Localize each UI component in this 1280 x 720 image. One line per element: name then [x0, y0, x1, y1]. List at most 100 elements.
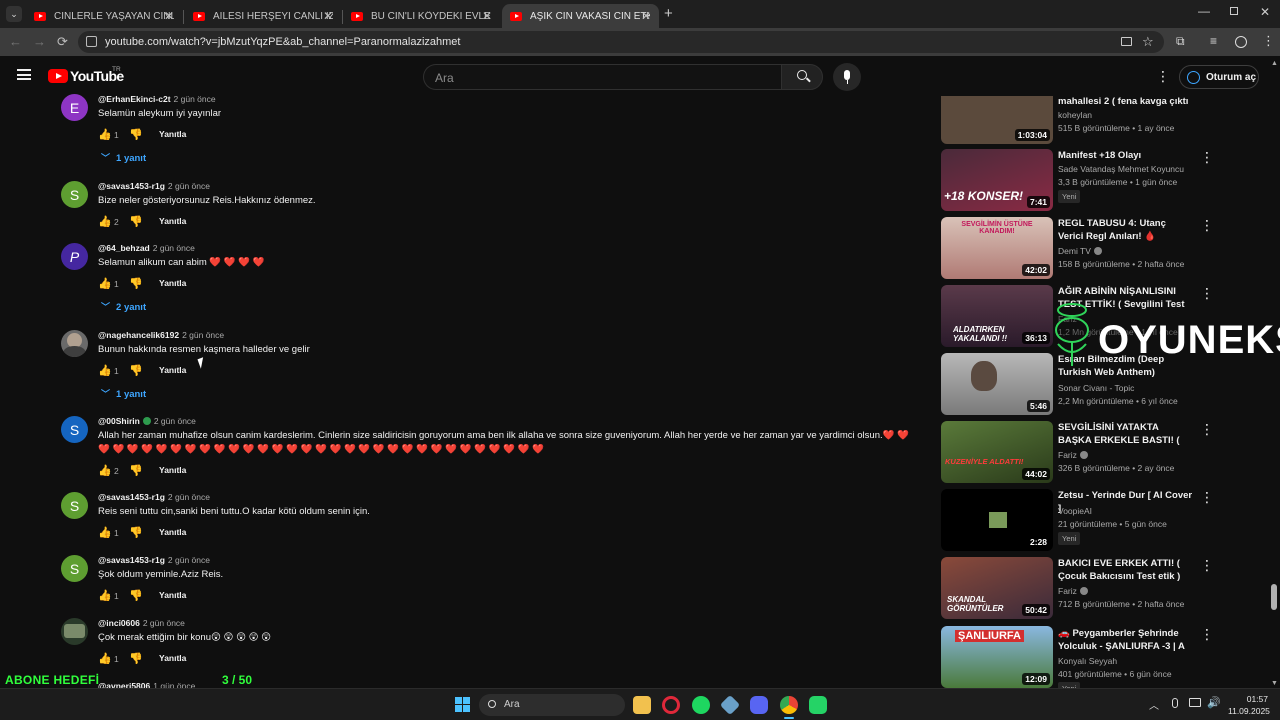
video-more-icon[interactable]: ⋮ — [1200, 286, 1214, 300]
browser-tab-active[interactable]: AŞIK CİN VAKASI CİN ETKİSİ ALTI ✕ — [502, 4, 659, 28]
taskbar-search[interactable]: Ara — [479, 694, 625, 716]
dislike-icon[interactable]: 👎 — [129, 215, 143, 228]
minimize-icon[interactable]: — — [1198, 4, 1210, 18]
related-video[interactable]: +18 KONSER! 7:41 Manifest +18 Olayı Sade… — [941, 149, 1261, 211]
close-window-icon[interactable]: ✕ — [1260, 5, 1270, 19]
volume-icon[interactable]: 🔊 — [1207, 696, 1221, 709]
spotify-icon[interactable] — [692, 696, 710, 714]
app-icon[interactable] — [719, 694, 741, 716]
discord-icon[interactable] — [750, 696, 768, 714]
related-video[interactable]: 2:28 Zetsu - Yerinde Dur [ AI Cover ] Vo… — [941, 489, 1261, 551]
channel-name[interactable]: VoopieAI — [1058, 506, 1092, 516]
close-tab-icon[interactable]: ✕ — [482, 9, 492, 23]
close-tab-icon[interactable]: ✕ — [641, 9, 651, 23]
like-icon[interactable]: 👍 — [98, 589, 112, 602]
search-input[interactable]: Ara — [423, 64, 781, 90]
avatar[interactable]: S — [61, 555, 88, 582]
media-controls-icon[interactable]: ≡ — [1210, 34, 1217, 48]
channel-name[interactable]: koheylan — [1058, 110, 1092, 120]
avatar[interactable] — [61, 330, 88, 357]
file-explorer-icon[interactable] — [633, 696, 651, 714]
sign-in-button[interactable]: Oturum aç — [1179, 65, 1259, 89]
whatsapp-icon[interactable] — [809, 696, 827, 714]
show-replies-button[interactable]: ﹀ 2 yanıt — [101, 300, 146, 313]
new-tab-icon[interactable]: + — [664, 5, 673, 22]
reload-icon[interactable]: ⟳ — [57, 34, 68, 50]
like-icon[interactable]: 👍 — [98, 652, 112, 665]
related-video[interactable]: ŞANLIURFA 12:09 🚗 Peygamberler Şehrinde … — [941, 626, 1261, 695]
site-info-icon[interactable] — [86, 36, 97, 47]
network-icon[interactable] — [1189, 698, 1201, 707]
voice-search-button[interactable] — [833, 63, 861, 91]
like-icon[interactable]: 👍 — [98, 526, 112, 539]
channel-name[interactable]: Fariz — [1058, 450, 1088, 460]
channel-name[interactable]: Fariz — [1058, 586, 1088, 596]
dislike-icon[interactable]: 👎 — [129, 364, 143, 377]
video-more-icon[interactable]: ⋮ — [1200, 150, 1214, 164]
channel-name[interactable]: Sade Vatandaş Mehmet Koyuncu — [1058, 164, 1184, 174]
show-replies-button[interactable]: ﹀ 1 yanıt — [101, 151, 146, 164]
video-more-icon[interactable]: ⋮ — [1200, 218, 1214, 232]
tray-overflow-icon[interactable]: ︿ — [1149, 697, 1159, 712]
hamburger-menu-icon[interactable] — [17, 69, 31, 80]
close-tab-icon[interactable]: ✕ — [164, 9, 174, 23]
opera-icon[interactable] — [662, 696, 680, 714]
dislike-icon[interactable]: 👎 — [129, 464, 143, 477]
browser-menu-icon[interactable]: ⋮ — [1262, 33, 1275, 49]
extensions-icon[interactable]: ⧉ — [1176, 34, 1185, 49]
like-icon[interactable]: 👍 — [98, 364, 112, 377]
browser-tab-1[interactable]: CİNLERLE YAŞAYAN CİNLİ KADIN ✕ — [26, 4, 182, 28]
related-video[interactable]: KUZENİYLE ALDATTI! 44:02 SEVGİLİSİNİ YAT… — [941, 421, 1261, 483]
video-more-icon[interactable]: ⋮ — [1200, 490, 1214, 504]
reply-button[interactable]: Yanıtla — [159, 465, 186, 475]
microphone-icon[interactable] — [1172, 698, 1178, 708]
comment-author[interactable]: @savas1453-r1g 2 gün önce — [98, 555, 210, 565]
scrollbar-track[interactable]: ▲ ▼ — [1270, 60, 1278, 688]
dislike-icon[interactable]: 👎 — [129, 526, 143, 539]
browser-tab-2[interactable]: AİLESİ HERŞEYİ CANLI İZLEDİ! (M ✕ — [185, 4, 341, 28]
avatar[interactable]: S — [61, 181, 88, 208]
avatar[interactable]: S — [61, 492, 88, 519]
avatar[interactable]: E — [61, 94, 88, 121]
video-thumbnail[interactable]: 1:03:04 — [941, 96, 1053, 144]
video-thumbnail[interactable]: SEVGİLİMİN ÜSTÜNE KANADIM! 42:02 — [941, 217, 1053, 279]
related-video[interactable]: SKANDAL GÖRÜNTÜLER 50:42 BAKICI EVE ERKE… — [941, 557, 1261, 619]
channel-name[interactable]: Konyalı Seyyah — [1058, 656, 1117, 666]
avatar[interactable] — [61, 618, 88, 645]
video-title[interactable]: 🚗 Peygamberler Şehrinde Yolculuk - ŞANLI… — [1058, 627, 1193, 653]
scroll-down-icon[interactable]: ▼ — [1271, 680, 1278, 687]
video-thumbnail[interactable]: SKANDAL GÖRÜNTÜLER 50:42 — [941, 557, 1053, 619]
dislike-icon[interactable]: 👎 — [129, 128, 143, 141]
comment-author[interactable]: @inci0606 2 gün önce — [98, 618, 185, 628]
settings-more-icon[interactable]: ⋮ — [1156, 68, 1170, 85]
close-tab-icon[interactable]: ✕ — [323, 9, 333, 23]
avatar[interactable]: P — [61, 243, 88, 270]
video-thumbnail[interactable]: ŞANLIURFA 12:09 — [941, 626, 1053, 688]
video-thumbnail[interactable]: ALDATIRKEN YAKALANDI !! 36:13 — [941, 285, 1053, 347]
related-video[interactable]: 1:03:04 mahallesi 2 ( fena kavga çıktı .… — [941, 96, 1261, 144]
search-button[interactable] — [781, 64, 823, 90]
video-title[interactable]: mahallesi 2 ( fena kavga çıktı ... — [1058, 95, 1193, 108]
comment-author[interactable]: @64_behzad 2 gün önce — [98, 243, 195, 253]
video-thumbnail[interactable]: KUZENİYLE ALDATTI! 44:02 — [941, 421, 1053, 483]
video-title[interactable]: REGL TABUSU 4: Utanç Verici Regl Anıları… — [1058, 217, 1193, 243]
forward-icon[interactable]: → — [33, 34, 46, 50]
install-app-icon[interactable] — [1121, 37, 1132, 46]
like-icon[interactable]: 👍 — [98, 128, 112, 141]
browser-tab-3[interactable]: BU CİN'Lİ KÖYDEKİ EVLERİ CİNL ✕ — [343, 4, 500, 28]
video-title[interactable]: Manifest +18 Olayı — [1058, 149, 1193, 162]
dislike-icon[interactable]: 👎 — [129, 589, 143, 602]
comment-author[interactable]: @nagehancelik6192 2 gün önce — [98, 330, 224, 340]
video-more-icon[interactable]: ⋮ — [1200, 627, 1214, 641]
restore-icon[interactable] — [1230, 7, 1238, 15]
comment-author[interactable]: @00Shirin 2 gün önce — [98, 416, 196, 426]
video-thumbnail[interactable]: 5:46 — [941, 353, 1053, 415]
related-video[interactable]: SEVGİLİMİN ÜSTÜNE KANADIM! 42:02 REGL TA… — [941, 217, 1261, 279]
video-title[interactable]: BAKICI EVE ERKEK ATTI! ( Çocuk Bakıcısın… — [1058, 557, 1193, 583]
url-text[interactable]: youtube.com/watch?v=jbMzutYqzPE&ab_chann… — [105, 36, 460, 48]
reply-button[interactable]: Yanıtla — [159, 365, 186, 375]
comment-author[interactable]: @ErhanEkinci-c2t 2 gün önce — [98, 94, 216, 104]
reply-button[interactable]: Yanıtla — [159, 590, 186, 600]
comment-author[interactable]: @savas1453-r1g 2 gün önce — [98, 181, 210, 191]
video-title[interactable]: SEVGİLİSİNİ YATAKTA BAŞKA ERKEKLE BASTI!… — [1058, 421, 1193, 447]
